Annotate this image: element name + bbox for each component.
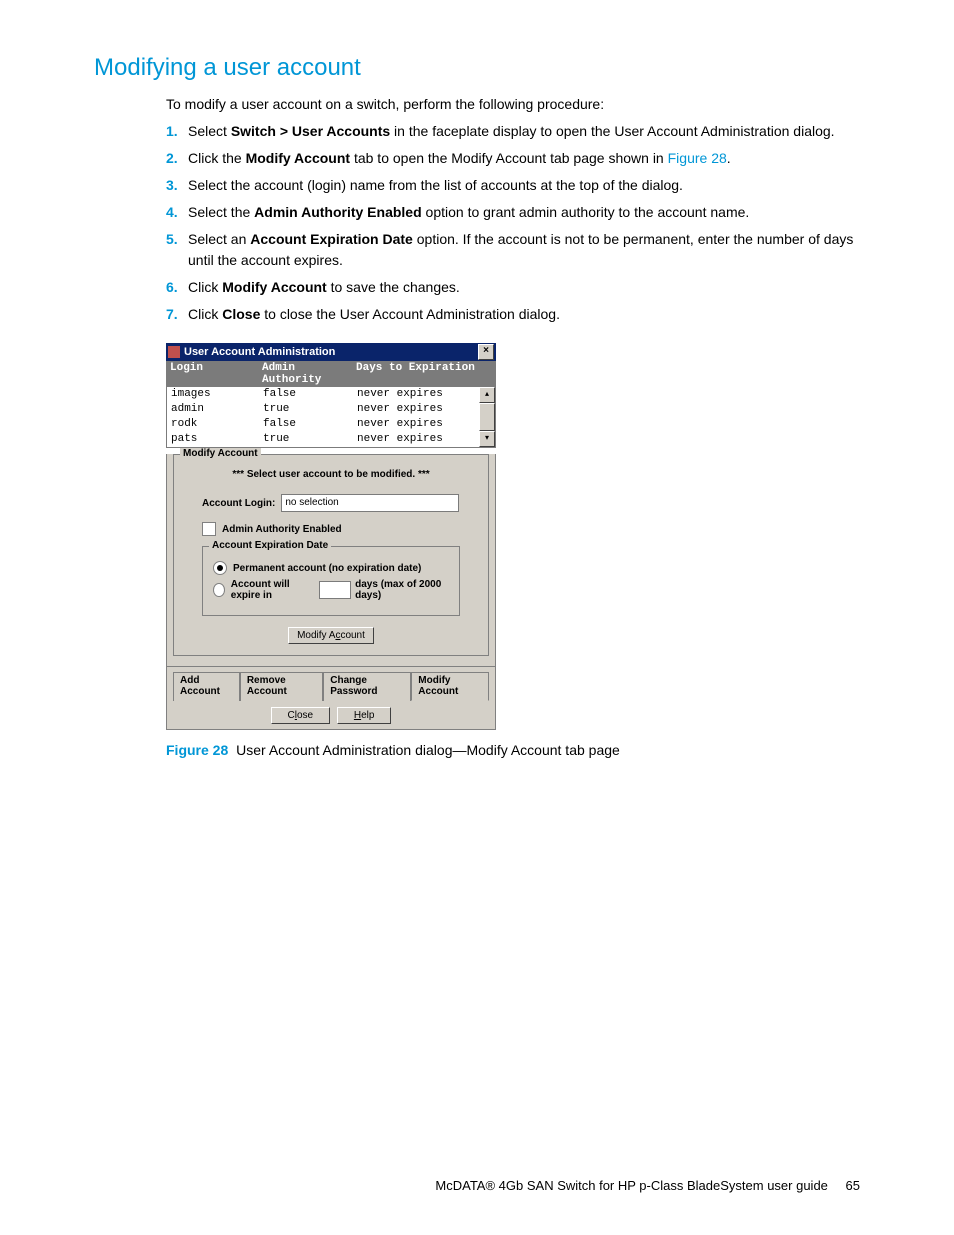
text: tab to open the Modify Account tab page … (350, 150, 668, 166)
figure-link[interactable]: Figure 28 (668, 150, 727, 166)
dialog-tabs: Add Account Remove Account Change Passwo… (167, 666, 495, 700)
column-admin-authority: Admin Authority (262, 362, 356, 386)
table-row[interactable]: admin true never expires (167, 402, 479, 417)
text: . (727, 150, 731, 166)
figure-caption: Figure 28 User Account Administration di… (166, 742, 860, 758)
dialog-title: User Account Administration (184, 346, 478, 358)
tab-add-account[interactable]: Add Account (173, 672, 240, 701)
tab-name: Modify Account (246, 150, 350, 166)
step-7: Click Close to close the User Account Ad… (166, 304, 860, 325)
permanent-account-radio[interactable] (213, 561, 227, 575)
expire-days-field[interactable] (319, 581, 351, 599)
group-legend: Account Expiration Date (209, 540, 331, 551)
account-list-header: Login Admin Authority Days to Expiration (166, 361, 496, 387)
select-account-hint: *** Select user account to be modified. … (184, 469, 478, 480)
cell-login: images (167, 387, 263, 402)
account-login-field[interactable]: no selection (281, 494, 459, 512)
footer-text: McDATA® 4Gb SAN Switch for HP p-Class Bl… (435, 1178, 828, 1193)
group-legend: Modify Account (180, 448, 261, 459)
app-icon (168, 346, 180, 358)
text: Select (188, 123, 231, 139)
user-account-admin-dialog: User Account Administration × Login Admi… (166, 343, 496, 730)
account-expire-prefix: Account will expire in (231, 579, 315, 601)
cell-auth: false (263, 417, 357, 432)
account-list: images false never expires admin true ne… (166, 387, 496, 448)
tab-change-password[interactable]: Change Password (323, 672, 411, 701)
cell-exp: never expires (357, 387, 479, 402)
option-name: Admin Authority Enabled (254, 204, 421, 220)
step-4: Select the Admin Authority Enabled optio… (166, 202, 860, 223)
dialog-titlebar: User Account Administration × (166, 343, 496, 361)
step-1: Select Switch > User Accounts in the fac… (166, 121, 860, 142)
text: Select the (188, 204, 254, 220)
btn-label: Modify Account (297, 630, 365, 641)
page-number: 65 (846, 1178, 860, 1193)
table-row[interactable]: pats true never expires (167, 432, 479, 447)
scrollbar[interactable]: ▴ ▾ (479, 387, 495, 447)
column-days-to-expiration: Days to Expiration (356, 362, 496, 386)
step-5: Select an Account Expiration Date option… (166, 229, 860, 271)
account-expire-radio[interactable] (213, 583, 225, 597)
admin-authority-checkbox[interactable] (202, 522, 216, 536)
column-login: Login (166, 362, 262, 386)
scroll-down-icon[interactable]: ▾ (479, 431, 495, 447)
table-row[interactable]: rodk false never expires (167, 417, 479, 432)
text: Click the (188, 150, 246, 166)
text: Click (188, 279, 222, 295)
cell-auth: false (263, 387, 357, 402)
text: to save the changes. (327, 279, 460, 295)
scroll-thumb[interactable] (479, 403, 495, 431)
tab-modify-account[interactable]: Modify Account (411, 672, 489, 701)
admin-authority-label: Admin Authority Enabled (222, 524, 342, 535)
button-name: Modify Account (222, 279, 326, 295)
modify-account-button[interactable]: Modify Account (288, 627, 374, 644)
modify-account-group: Modify Account *** Select user account t… (173, 454, 489, 656)
step-3: Select the account (login) name from the… (166, 175, 860, 196)
step-2: Click the Modify Account tab to open the… (166, 148, 860, 169)
account-login-label: Account Login: (202, 498, 275, 509)
scroll-track[interactable] (479, 403, 495, 431)
procedure-list: Select Switch > User Accounts in the fac… (166, 121, 860, 325)
text: Click (188, 306, 222, 322)
text: Select an (188, 231, 250, 247)
table-row[interactable]: images false never expires (167, 387, 479, 402)
figure-number: Figure 28 (166, 742, 228, 758)
tab-remove-account[interactable]: Remove Account (240, 672, 323, 701)
cell-login: admin (167, 402, 263, 417)
cell-exp: never expires (357, 432, 479, 447)
option-name: Account Expiration Date (250, 231, 413, 247)
cell-auth: true (263, 402, 357, 417)
close-button[interactable]: Close (271, 707, 331, 724)
expiration-group: Account Expiration Date Permanent accoun… (202, 546, 460, 616)
page-footer: McDATA® 4Gb SAN Switch for HP p-Class Bl… (435, 1178, 860, 1193)
account-expire-suffix: days (max of 2000 days) (355, 579, 449, 601)
text: to close the User Account Administration… (260, 306, 560, 322)
menu-path: Switch > User Accounts (231, 123, 390, 139)
text: option to grant admin authority to the a… (422, 204, 750, 220)
cell-exp: never expires (357, 402, 479, 417)
intro-text: To modify a user account on a switch, pe… (166, 94, 860, 115)
step-6: Click Modify Account to save the changes… (166, 277, 860, 298)
cell-auth: true (263, 432, 357, 447)
cell-login: rodk (167, 417, 263, 432)
text: in the faceplate display to open the Use… (390, 123, 834, 139)
button-name: Close (222, 306, 260, 322)
help-button[interactable]: Help (337, 707, 392, 724)
cell-exp: never expires (357, 417, 479, 432)
section-heading: Modifying a user account (94, 54, 860, 82)
permanent-account-label: Permanent account (no expiration date) (233, 563, 421, 574)
btn-label: Help (354, 710, 375, 721)
cell-login: pats (167, 432, 263, 447)
btn-label: Close (288, 710, 314, 721)
scroll-up-icon[interactable]: ▴ (479, 387, 495, 403)
caption-text: User Account Administration dialog—Modif… (232, 742, 620, 758)
close-icon[interactable]: × (478, 344, 494, 360)
